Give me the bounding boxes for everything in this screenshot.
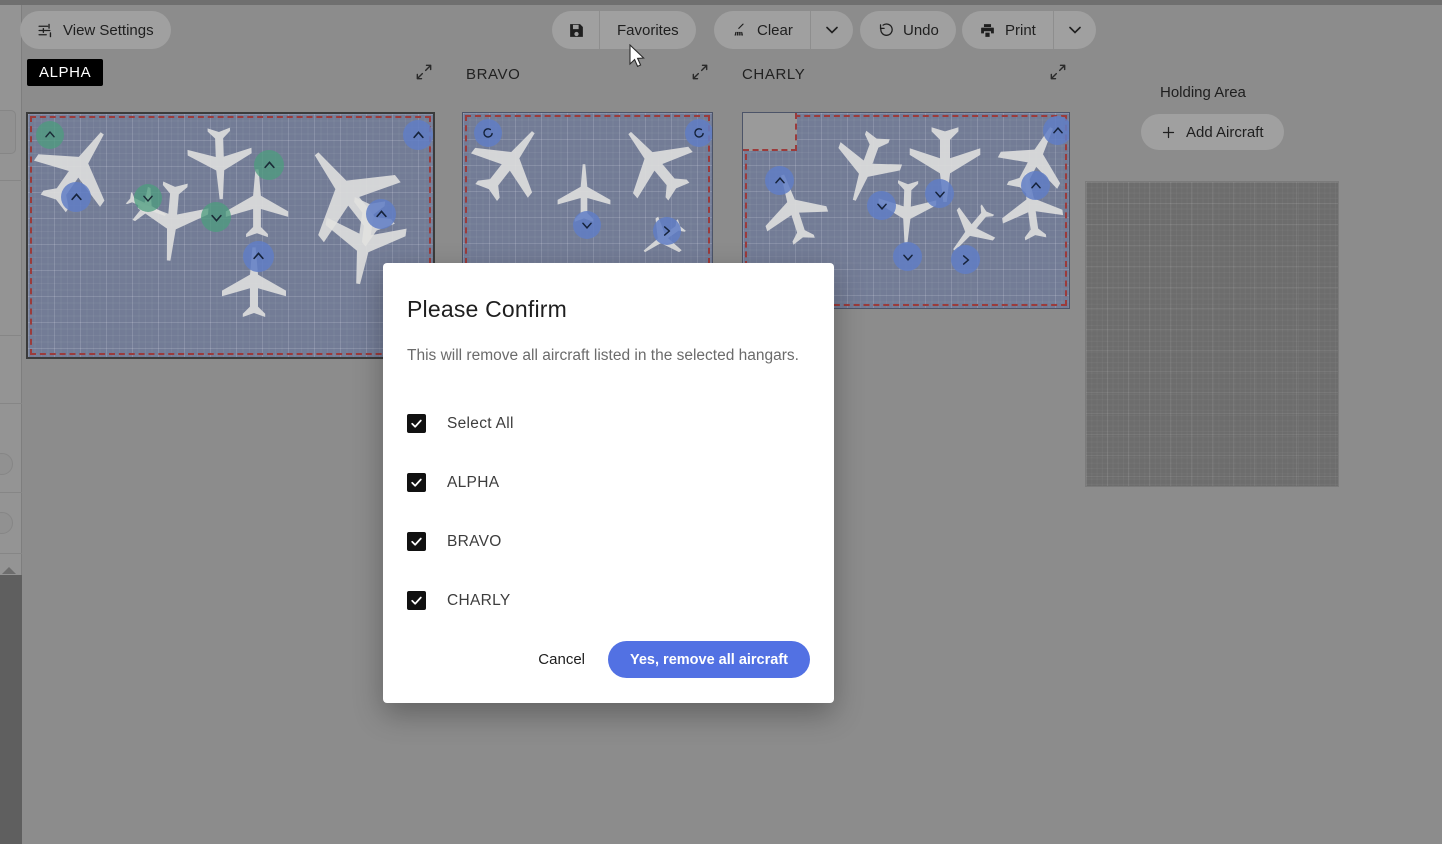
chevron-down-icon: [826, 26, 838, 34]
toolbar: View Settings Favorites: [0, 5, 1442, 55]
aircraft-badge-c2[interactable]: [867, 191, 896, 220]
print-dropdown-button[interactable]: [1054, 11, 1096, 49]
aircraft-badge-a6[interactable]: [243, 241, 274, 272]
tune-sliders-icon: [37, 22, 54, 39]
view-settings-button[interactable]: View Settings: [20, 11, 171, 49]
hangar-cutout-charly: [743, 113, 797, 151]
aircraft-badge-b3[interactable]: [685, 119, 713, 147]
aircraft-badge-c4[interactable]: [925, 179, 954, 208]
aircraft-badge-a8[interactable]: [366, 199, 396, 229]
checkbox-select-all[interactable]: [407, 414, 426, 433]
aircraft-badge-a4[interactable]: [201, 202, 231, 232]
dialog-option-list: Select All ALPHA BRAVO CHARLY: [407, 394, 810, 630]
expand-diagonal-icon-bravo[interactable]: [690, 62, 710, 87]
hangar-canvas-alpha[interactable]: [26, 112, 435, 359]
left-sidebar-rail: [0, 5, 22, 575]
dialog-option-select-all[interactable]: Select All: [407, 394, 810, 453]
hangar-header-charly: CHARLY: [742, 60, 805, 88]
dialog-option-label-bravo: BRAVO: [447, 533, 502, 551]
aircraft-badge-b1[interactable]: [474, 119, 502, 147]
undo-group: Undo: [860, 11, 956, 49]
dialog-option-label-select-all: Select All: [447, 415, 514, 433]
checkbox-bravo[interactable]: [407, 532, 426, 551]
dialog-option-charly[interactable]: CHARLY: [407, 571, 810, 630]
rail-divider-3: [0, 403, 22, 404]
dialog-title: Please Confirm: [407, 296, 810, 323]
aircraft-badge-a3[interactable]: [134, 184, 162, 212]
rail-divider-5: [0, 553, 22, 554]
confirm-dialog: Please Confirm This will remove all airc…: [383, 263, 834, 703]
dialog-option-label-alpha: ALPHA: [447, 474, 499, 492]
holding-area-grid[interactable]: [1085, 181, 1339, 487]
hangar-title-charly[interactable]: CHARLY: [742, 66, 805, 83]
hangar-header-bravo: BRAVO: [466, 60, 520, 88]
rail-circle-2[interactable]: [0, 512, 13, 534]
checkbox-alpha[interactable]: [407, 473, 426, 492]
hangar-title-bravo[interactable]: BRAVO: [466, 66, 520, 83]
view-settings-group: View Settings: [20, 11, 171, 49]
clear-button[interactable]: Clear: [714, 11, 810, 49]
aircraft-badge-b2[interactable]: [573, 211, 601, 239]
aircraft-badge-c6[interactable]: [1043, 116, 1070, 145]
dialog-actions: Cancel Yes, remove all aircraft: [532, 641, 810, 678]
expand-diagonal-icon-charly[interactable]: [1048, 62, 1068, 87]
app-root: View Settings Favorites: [0, 0, 1442, 844]
rail-chip-1[interactable]: [0, 110, 16, 154]
aircraft-badge-c3[interactable]: [893, 242, 922, 271]
rail-divider-4: [0, 492, 22, 493]
dialog-message: This will remove all aircraft listed in …: [407, 343, 810, 368]
add-aircraft-label: Add Aircraft: [1186, 124, 1264, 141]
plus-icon: [1161, 125, 1176, 140]
checkbox-charly[interactable]: [407, 591, 426, 610]
dialog-option-alpha[interactable]: ALPHA: [407, 453, 810, 512]
expand-diagonal-icon-alpha[interactable]: [414, 62, 434, 87]
aircraft-badge-a5[interactable]: [254, 150, 284, 180]
favorites-label: Favorites: [617, 22, 679, 39]
printer-icon: [979, 22, 996, 39]
add-aircraft-button[interactable]: Add Aircraft: [1141, 114, 1284, 150]
aircraft-badge-a1[interactable]: [36, 121, 64, 149]
rail-circle-1[interactable]: [0, 453, 13, 475]
clear-dropdown-button[interactable]: [811, 11, 853, 49]
undo-arrow-icon: [877, 22, 894, 39]
print-label: Print: [1005, 22, 1036, 39]
aircraft-badge-a7[interactable]: [403, 120, 433, 150]
hangar-title-alpha[interactable]: ALPHA: [27, 59, 103, 86]
rail-divider-2: [0, 335, 22, 336]
chevron-down-icon: [1069, 26, 1081, 34]
rail-divider-1: [0, 180, 22, 181]
rail-collapse-icon[interactable]: [2, 567, 16, 574]
clear-label: Clear: [757, 22, 793, 39]
view-settings-label: View Settings: [63, 22, 154, 39]
holding-area-title: Holding Area: [1160, 84, 1246, 101]
left-sidebar-rail-lower: [0, 575, 22, 844]
print-group: Print: [962, 11, 1096, 49]
hangar-header-alpha: ALPHA: [27, 58, 103, 86]
aircraft-badge-b4[interactable]: [653, 217, 681, 245]
confirm-remove-button[interactable]: Yes, remove all aircraft: [608, 641, 810, 678]
undo-button[interactable]: Undo: [860, 11, 956, 49]
dialog-option-bravo[interactable]: BRAVO: [407, 512, 810, 571]
save-button[interactable]: [552, 11, 599, 49]
aircraft-badge-c7[interactable]: [1021, 171, 1050, 200]
holding-grid-minor: [1086, 182, 1338, 486]
aircraft-badge-c1[interactable]: [765, 166, 794, 195]
undo-label: Undo: [903, 22, 939, 39]
aircraft-badge-c5[interactable]: [951, 245, 980, 274]
print-button[interactable]: Print: [962, 11, 1053, 49]
favorites-group: Favorites: [552, 11, 696, 49]
save-floppy-icon: [568, 22, 585, 39]
dialog-option-label-charly: CHARLY: [447, 592, 511, 610]
aircraft-badge-a2[interactable]: [61, 182, 91, 212]
cancel-button[interactable]: Cancel: [532, 643, 591, 676]
clear-group: Clear: [714, 11, 853, 49]
broom-icon: [731, 22, 748, 39]
favorites-button[interactable]: Favorites: [600, 11, 696, 49]
